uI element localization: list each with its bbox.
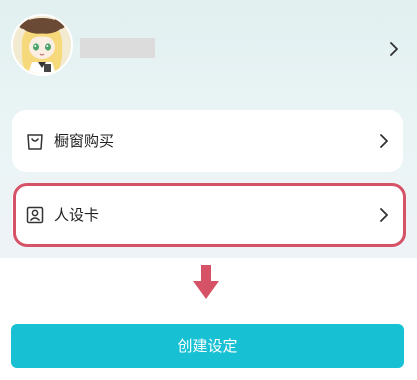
chevron-right-icon (390, 42, 398, 56)
down-arrow-icon (193, 265, 219, 299)
menu-item-showcase-purchase[interactable]: 橱窗购买 (12, 110, 403, 172)
menu-item-label: 人设卡 (54, 206, 100, 224)
anime-avatar-image (13, 16, 71, 74)
create-setting-button[interactable]: 创建设定 (11, 324, 404, 368)
username-placeholder (80, 38, 155, 58)
menu-item-label: 橱窗购买 (54, 132, 115, 150)
person-card-icon (26, 206, 44, 224)
shopping-bag-icon (27, 134, 43, 150)
chevron-right-icon (380, 208, 388, 222)
avatar[interactable] (11, 14, 73, 76)
menu-item-persona-card[interactable]: 人设卡 (12, 184, 403, 246)
chevron-right-icon (380, 134, 388, 148)
profile-row[interactable] (0, 0, 417, 95)
